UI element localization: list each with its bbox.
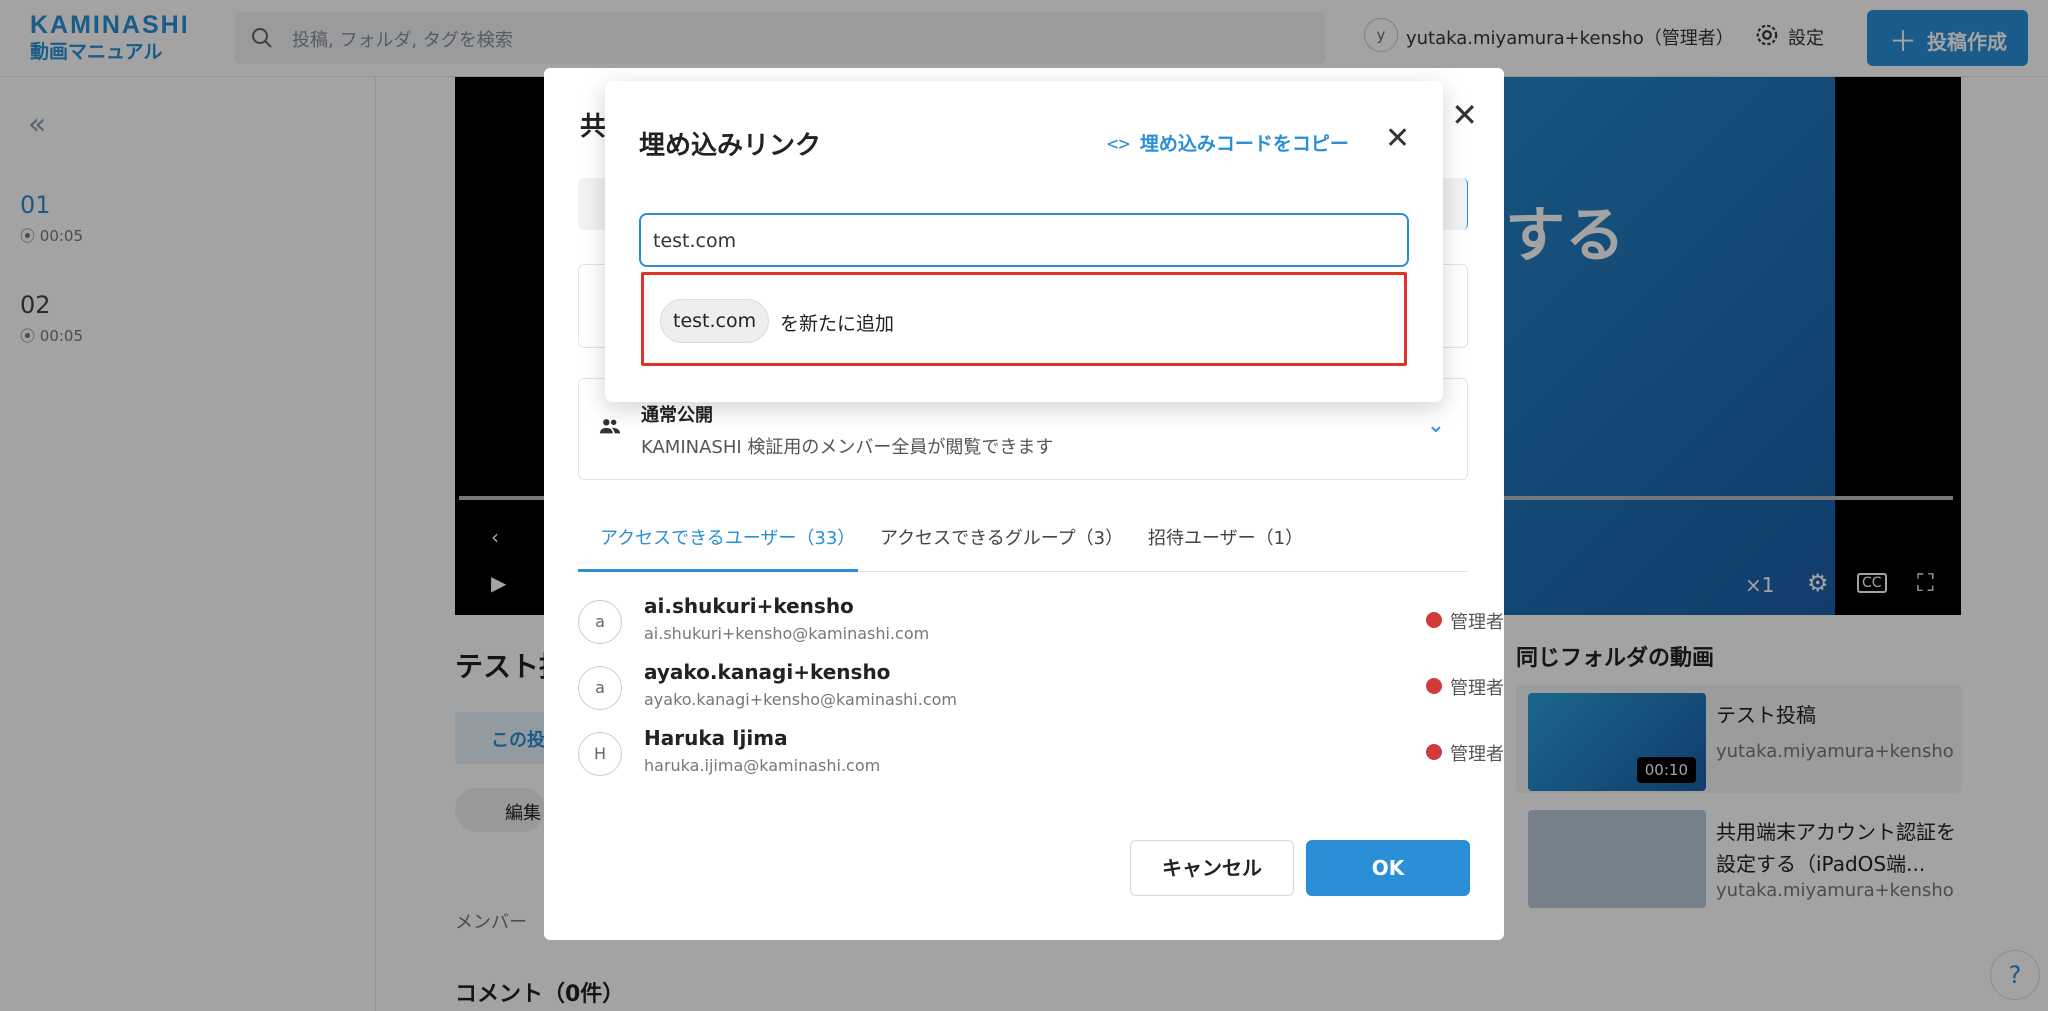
user-row: H Haruka Ijima haruka.ijima@kaminashi.co… [578,724,1504,790]
tab-groups[interactable]: アクセスできるグループ（3） [880,524,1123,550]
code-icon: <> [1107,133,1130,155]
role-dot [1426,744,1442,760]
user-name: Haruka Ijima [644,726,788,750]
add-new-label: を新たに追加 [780,313,895,335]
chevron-down-icon: ⌄ [1426,413,1445,438]
visibility-title: 通常公開 [641,405,713,426]
user-role: 管理者 [1450,678,1504,699]
user-email: ai.shukuri+kensho@kaminashi.com [644,624,930,643]
avatar: a [578,666,622,710]
embed-link-modal: 埋め込みリンク <> 埋め込みコードをコピー ✕ test.com を新たに追加 [605,81,1443,402]
embed-modal-title: 埋め込みリンク [639,131,822,161]
avatar: a [578,600,622,644]
tab-users[interactable]: アクセスできるユーザー（33） [600,524,855,550]
ok-button[interactable]: OK [1306,840,1470,896]
domain-chip: test.com [660,299,770,343]
users-icon [599,419,621,434]
close-icon[interactable]: ✕ [1451,96,1478,134]
cancel-button[interactable]: キャンセル [1130,840,1294,896]
user-email: ayako.kanagi+kensho@kaminashi.com [644,690,957,709]
user-role: 管理者 [1450,744,1504,765]
copy-embed-code-button[interactable]: <> 埋め込みコードをコピー [1107,129,1349,156]
user-name: ayako.kanagi+kensho [644,660,891,684]
add-domain-suggestion[interactable]: test.com を新たに追加 [641,272,1407,366]
avatar: H [578,732,622,776]
domain-input[interactable] [639,213,1409,267]
user-email: haruka.ijima@kaminashi.com [644,756,881,775]
copy-embed-code-label: 埋め込みコードをコピー [1139,133,1349,155]
role-dot [1426,612,1442,628]
user-name: ai.shukuri+kensho [644,594,854,618]
user-row: a ai.shukuri+kensho ai.shukuri+kensho@ka… [578,592,1504,658]
user-role: 管理者 [1450,612,1504,633]
role-dot [1426,678,1442,694]
tab-invited[interactable]: 招待ユーザー（1） [1148,524,1303,550]
share-modal-title: 共 [580,112,607,142]
domain-input-field[interactable] [653,227,1393,255]
access-tabs: アクセスできるユーザー（33） アクセスできるグループ（3） 招待ユーザー（1） [578,508,1468,572]
active-tab-indicator [578,569,858,572]
close-icon[interactable]: ✕ [1385,121,1410,156]
visibility-description: KAMINASHI 検証用のメンバー全員が閲覧できます [641,437,1054,458]
user-row: a ayako.kanagi+kensho ayako.kanagi+kensh… [578,658,1504,724]
